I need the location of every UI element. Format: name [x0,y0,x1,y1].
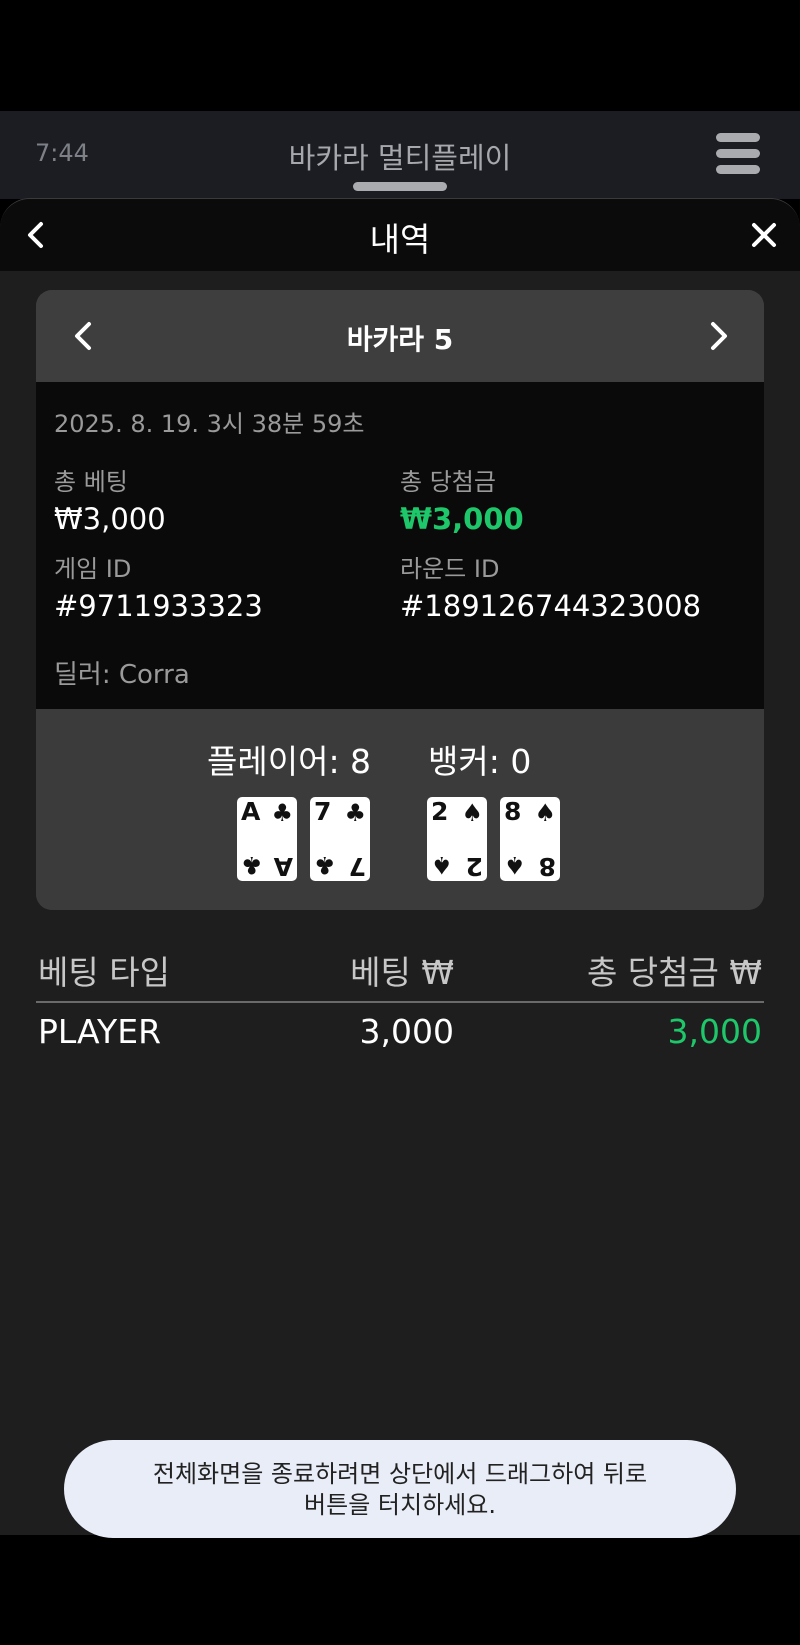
column-header-bet-type: 베팅 타입 [38,953,170,992]
banker-score: 뱅커: 0 [428,742,532,781]
toast-line-2: 버튼을 터치하세요. [304,1491,496,1519]
bet-type-cell: PLAYER [38,1012,161,1051]
sheet-title: 내역 [369,220,431,259]
total-win-value: ₩3,000 [400,502,524,536]
game-navigator: 바카라 5 [36,290,764,382]
total-bet-value: ₩3,000 [54,502,166,536]
round-result: 플레이어: 8 뱅커: 0 A ♣ A ♣ 7 ♣ 7 ♣ 2 ♠ 2 ♠ 8 ♠ 8 ♠ [36,709,764,910]
game-id-value: #9711933323 [54,589,263,623]
close-icon[interactable] [746,217,782,253]
toast-line-1: 전체화면을 종료하려면 상단에서 드래그하여 뒤로 [152,1460,648,1488]
chevron-right-icon[interactable] [700,318,736,354]
banker-card: 8 ♠ 8 ♠ [500,797,560,881]
banker-card: 2 ♠ 2 ♠ [427,797,487,881]
total-win-label: 총 당첨금 [400,468,496,496]
fullscreen-toast: 전체화면을 종료하려면 상단에서 드래그하여 뒤로 버튼을 터치하세요. [64,1440,736,1538]
sheet-header: 내역 [0,199,800,271]
app-bar: 7:44 바카라 멀티플레이 [0,111,800,199]
app-title: 바카라 멀티플레이 [288,141,512,175]
bet-amount-cell: 3,000 [359,1012,454,1051]
table-divider [36,1001,764,1003]
win-amount-cell: 3,000 [667,1012,762,1051]
game-name: 바카라 5 [346,323,454,356]
column-header-bet-amount: 베팅 ₩ [350,953,454,992]
round-id-value: #189126744323008 [400,589,702,623]
column-header-total-win: 총 당첨금 ₩ [586,953,762,992]
round-id-label: 라운드 ID [400,555,500,583]
total-bet-label: 총 베팅 [54,468,128,496]
round-details: 2025. 8. 19. 3시 38분 59초 총 베팅 ₩3,000 총 당첨… [36,382,764,709]
drag-handle[interactable] [353,182,447,191]
menu-icon[interactable] [716,133,760,177]
round-datetime: 2025. 8. 19. 3시 38분 59초 [54,410,365,438]
history-sheet: 내역 바카라 5 2025. 8. 19. 3시 38분 59초 총 베팅 ₩3… [0,198,800,1535]
player-card: 7 ♣ 7 ♣ [310,797,370,881]
game-id-label: 게임 ID [54,555,132,583]
dealer-name: 딜러: Corra [54,660,190,690]
round-card: 바카라 5 2025. 8. 19. 3시 38분 59초 총 베팅 ₩3,00… [36,290,764,910]
player-card: A ♣ A ♣ [237,797,297,881]
player-score: 플레이어: 8 [207,742,372,781]
